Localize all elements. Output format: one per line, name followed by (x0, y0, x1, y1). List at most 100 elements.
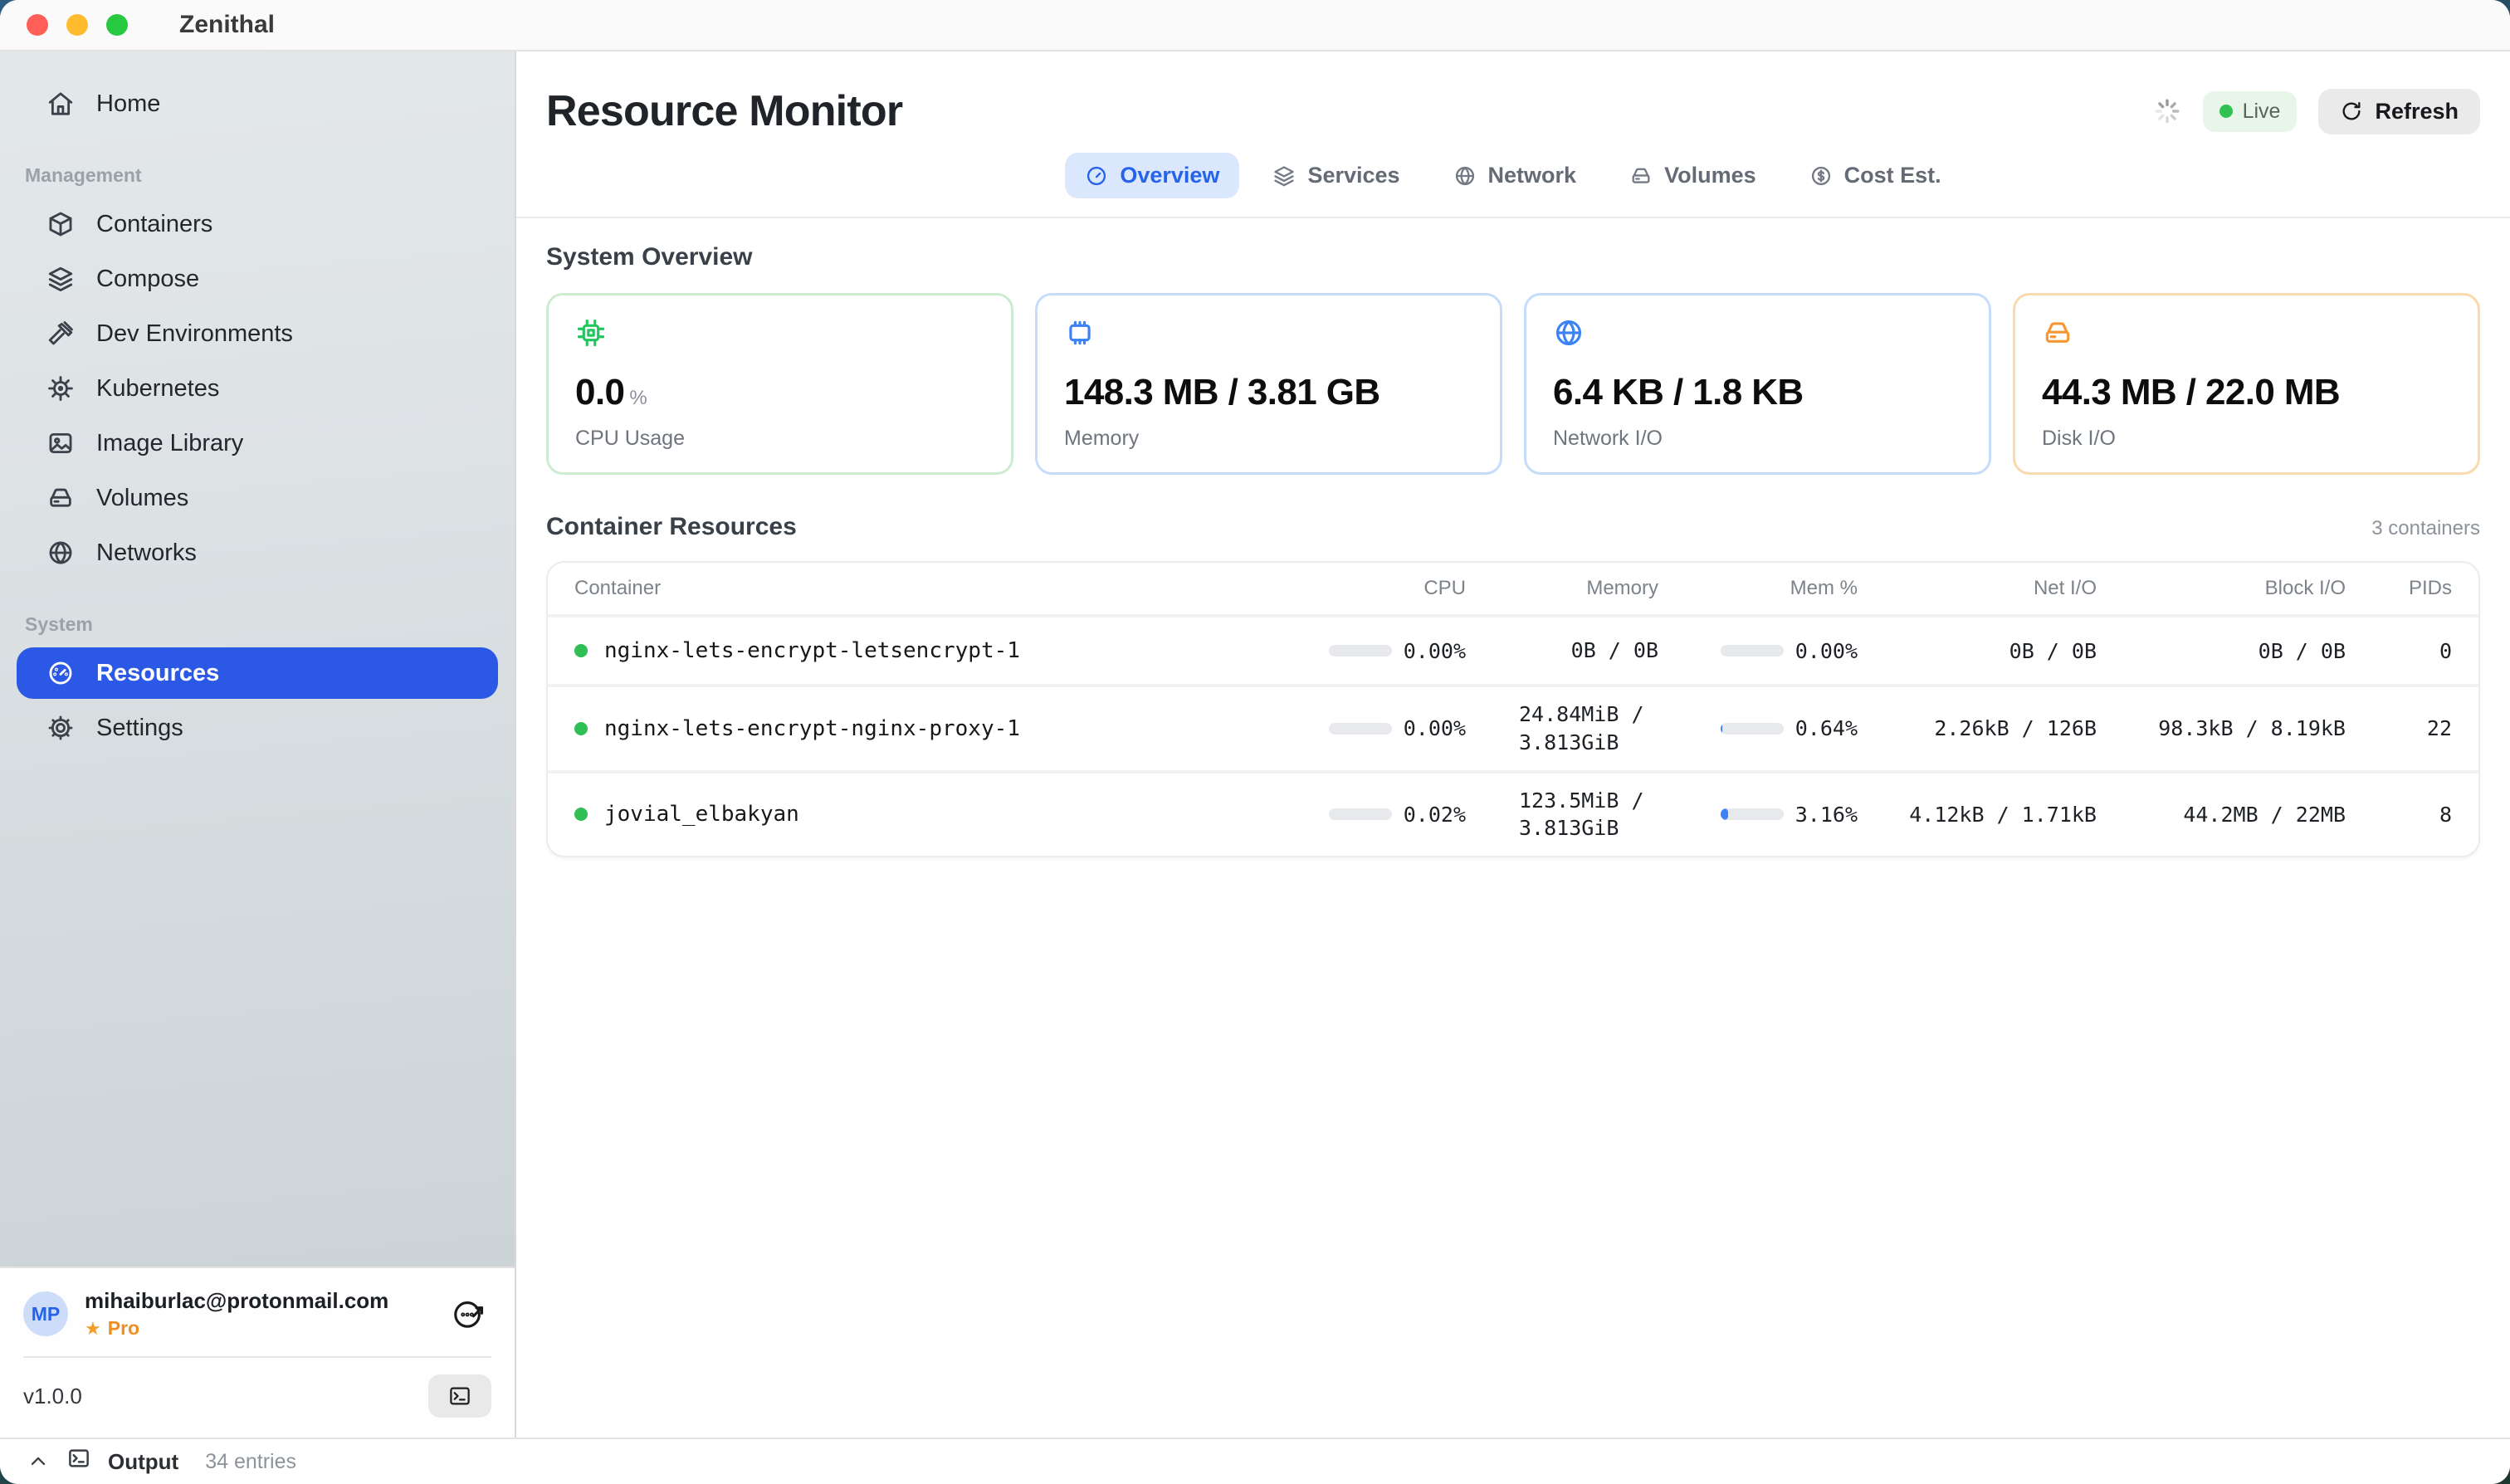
ship-wheel-icon (46, 374, 75, 403)
dollar-circle-icon (1809, 164, 1833, 188)
globe-icon (1553, 317, 1585, 349)
disk-io-card: 44.3 MB / 22.0 MB Disk I/O (2013, 293, 2480, 475)
output-entries-count: 34 entries (205, 1450, 296, 1474)
app-version: v1.0.0 (23, 1384, 82, 1409)
plan-badge: Pro (108, 1317, 139, 1340)
memory-card: 148.3 MB / 3.81 GB Memory (1035, 293, 1502, 475)
app-window: Zenithal Home Management Containers (0, 0, 2510, 1484)
sidebar-item-label: Dev Environments (96, 320, 293, 348)
hammer-icon (46, 320, 75, 348)
container-count: 3 containers (2371, 517, 2480, 540)
table-row[interactable]: jovial_elbakyan 0.02% 123.5MiB / 3.813Gi… (548, 770, 2478, 857)
window-title: Zenithal (179, 11, 275, 39)
running-status-icon (574, 644, 588, 657)
sidebar-item-label: Image Library (96, 430, 243, 457)
gauge-icon (46, 659, 75, 687)
refresh-button[interactable]: Refresh (2318, 89, 2480, 134)
running-status-icon (574, 722, 588, 735)
output-label: Output (108, 1449, 178, 1475)
sidebar-item-label: Networks (96, 539, 197, 567)
sidebar-section-system: System (25, 613, 515, 636)
sidebar-item-compose[interactable]: Compose (17, 253, 498, 305)
image-icon (46, 429, 75, 457)
avatar: MP (23, 1291, 68, 1336)
overview-cards: 0.0% CPU Usage 148.3 MB / 3.81 GB Memory… (546, 293, 2480, 475)
globe-icon (1453, 164, 1477, 188)
sidebar: Home Management Containers Compose Dev E… (0, 51, 516, 1438)
sidebar-item-home[interactable]: Home (17, 78, 498, 129)
hard-drive-icon (1629, 164, 1653, 188)
desktop-background: Zenithal Home Management Containers (0, 0, 2510, 1484)
tab-network[interactable]: Network (1433, 153, 1597, 198)
sidebar-item-volumes[interactable]: Volumes (17, 472, 498, 524)
zoom-window-button[interactable] (106, 14, 128, 36)
tab-services[interactable]: Services (1253, 153, 1419, 198)
hard-drive-icon (2042, 317, 2073, 349)
system-overview-heading: System Overview (546, 243, 2480, 271)
sidebar-item-kubernetes[interactable]: Kubernetes (17, 363, 498, 414)
tab-cost-est[interactable]: Cost Est. (1790, 153, 1961, 198)
sidebar-item-label: Kubernetes (96, 375, 219, 403)
sidebar-item-containers[interactable]: Containers (17, 198, 498, 250)
live-dot-icon (2219, 105, 2233, 118)
mem-bar (1721, 723, 1784, 735)
sidebar-item-label: Volumes (96, 485, 188, 512)
minimize-window-button[interactable] (66, 14, 88, 36)
terminal-icon (66, 1446, 91, 1477)
user-card: MP mihaiburlac@protonmail.com ★ Pro (0, 1268, 515, 1356)
sidebar-item-networks[interactable]: Networks (17, 527, 498, 578)
sidebar-nav: Home Management Containers Compose Dev E… (0, 51, 515, 1267)
tab-bar: Overview Services Network Volumes (546, 153, 2480, 198)
container-table: Container CPU Memory Mem % Net I/O Block… (546, 561, 2480, 857)
mem-bar (1721, 808, 1784, 820)
titlebar: Zenithal (0, 0, 2510, 51)
cpu-bar (1329, 723, 1392, 735)
table-header: Container CPU Memory Mem % Net I/O Block… (548, 563, 2478, 614)
layers-icon (1272, 164, 1296, 188)
gauge-icon (1085, 164, 1108, 188)
mem-bar (1721, 645, 1784, 657)
terminal-icon (447, 1384, 472, 1408)
header-separator (516, 217, 2510, 218)
table-row[interactable]: nginx-lets-encrypt-letsencrypt-1 0.00% 0… (548, 614, 2478, 684)
sidebar-item-dev-environments[interactable]: Dev Environments (17, 308, 498, 359)
sidebar-item-label: Containers (96, 211, 212, 238)
page-title: Resource Monitor (546, 86, 902, 136)
sidebar-item-settings[interactable]: Settings (17, 702, 498, 754)
layers-icon (46, 265, 75, 293)
cpu-bar (1329, 808, 1392, 820)
network-io-card: 6.4 KB / 1.8 KB Network I/O (1524, 293, 1991, 475)
cpu-icon (575, 317, 607, 349)
tab-volumes[interactable]: Volumes (1609, 153, 1776, 198)
close-window-button[interactable] (27, 14, 48, 36)
main-content: Resource Monitor (516, 51, 2510, 1438)
gear-icon (46, 714, 75, 742)
container-resources-heading: Container Resources (546, 513, 797, 541)
sign-out-icon (450, 1296, 486, 1332)
star-icon: ★ (85, 1320, 101, 1338)
user-email: mihaiburlac@protonmail.com (85, 1288, 428, 1314)
sidebar-item-label: Settings (96, 715, 183, 742)
memory-icon (1064, 317, 1096, 349)
refresh-icon (2340, 100, 2363, 123)
chevron-up-icon (27, 1450, 50, 1473)
sign-out-button[interactable] (445, 1291, 491, 1337)
terminal-button[interactable] (428, 1374, 491, 1418)
sidebar-footer: MP mihaiburlac@protonmail.com ★ Pro (0, 1267, 515, 1438)
running-status-icon (574, 808, 588, 821)
home-icon (46, 90, 75, 118)
package-icon (46, 210, 75, 238)
hard-drive-icon (46, 484, 75, 512)
sidebar-item-image-library[interactable]: Image Library (17, 417, 498, 469)
cpu-usage-card: 0.0% CPU Usage (546, 293, 1013, 475)
sidebar-item-resources[interactable]: Resources (17, 647, 498, 699)
tab-overview[interactable]: Overview (1065, 153, 1239, 198)
sidebar-section-management: Management (25, 164, 515, 187)
globe-icon (46, 539, 75, 567)
table-row[interactable]: nginx-lets-encrypt-nginx-proxy-1 0.00% 2… (548, 684, 2478, 770)
sidebar-item-label: Compose (96, 266, 199, 293)
live-status-badge: Live (2203, 91, 2298, 132)
output-statusbar[interactable]: Output 34 entries (0, 1438, 2510, 1484)
sidebar-item-label: Home (96, 90, 160, 118)
cpu-bar (1329, 645, 1392, 657)
